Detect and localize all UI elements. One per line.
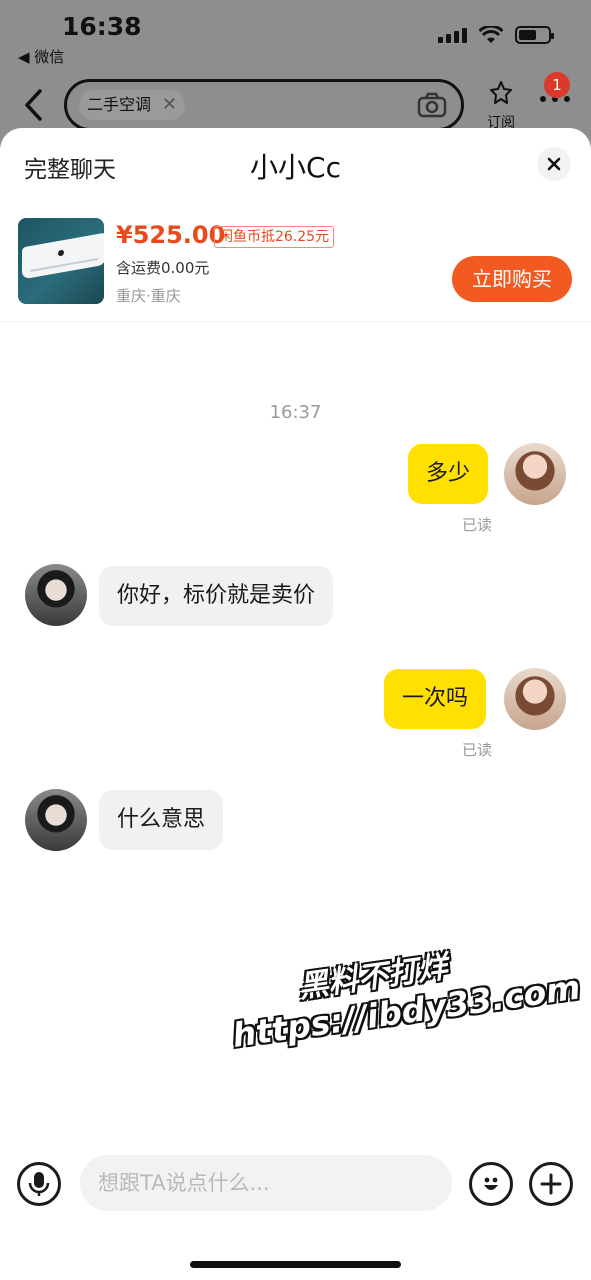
product-card[interactable]: ¥525.00 闲鱼币抵26.25元 含运费0.00元 重庆·重庆 立即购买 — [0, 208, 591, 322]
back-to-wechat[interactable]: ◀ 微信 — [18, 46, 64, 67]
emoji-button[interactable] — [469, 1162, 513, 1206]
message-bubble-sent[interactable]: 一次吗 — [384, 669, 487, 729]
subscribe-pin-icon — [490, 81, 512, 104]
voice-button[interactable] — [17, 1162, 61, 1206]
input-bar — [0, 1150, 591, 1216]
plus-icon — [540, 1173, 562, 1195]
status-time: 16:38 — [62, 12, 142, 41]
close-icon — [547, 157, 561, 171]
coin-discount-tag: 闲鱼币抵26.25元 — [214, 226, 335, 248]
background-app: 16:38 ◀ 微信 二手空调 ✕ 订阅 1 — [0, 0, 591, 140]
signal-icon — [438, 27, 467, 43]
my-avatar[interactable] — [504, 443, 566, 505]
back-arrow-icon[interactable] — [22, 88, 44, 122]
battery-icon — [515, 26, 554, 44]
message-bubble-received[interactable]: 你好，标价就是卖价 — [99, 566, 334, 626]
buy-now-button[interactable]: 立即购买 — [452, 256, 572, 302]
camera-icon[interactable] — [417, 92, 447, 118]
sheet-header: 完整聊天 小小Cc — [0, 128, 591, 198]
status-icons — [438, 26, 554, 44]
clear-chip-icon[interactable]: ✕ — [162, 90, 177, 120]
search-bar[interactable]: 二手空调 ✕ — [64, 79, 464, 131]
wifi-icon — [479, 26, 503, 43]
product-image[interactable] — [18, 218, 104, 304]
notification-badge: 1 — [544, 72, 570, 98]
emoji-icon — [484, 1177, 498, 1190]
close-button[interactable] — [537, 147, 571, 181]
message-timestamp: 16:37 — [269, 402, 322, 423]
read-receipt: 已读 — [462, 741, 493, 759]
chat-sheet: 完整聊天 小小Cc ¥525.00 闲鱼币抵26.25元 含运费0.00元 重庆… — [0, 128, 591, 1280]
message-input[interactable] — [80, 1155, 452, 1211]
product-location: 重庆·重庆 — [116, 287, 181, 305]
product-price: ¥525.00 — [116, 221, 226, 249]
my-avatar[interactable] — [504, 668, 566, 730]
message-bubble-sent[interactable]: 多少 — [408, 444, 489, 504]
chat-title: 小小Cc — [250, 151, 341, 184]
shipping-fee: 含运费0.00元 — [116, 259, 210, 277]
seller-avatar[interactable] — [25, 789, 87, 851]
search-query: 二手空调 — [87, 95, 152, 114]
more-functions-button[interactable] — [529, 1162, 573, 1206]
seller-avatar[interactable] — [25, 564, 87, 626]
search-chip[interactable]: 二手空调 ✕ — [79, 90, 186, 120]
read-receipt: 已读 — [462, 516, 493, 534]
message-bubble-received[interactable]: 什么意思 — [99, 790, 224, 850]
subscribe-button[interactable]: 订阅 — [484, 80, 518, 132]
microphone-icon — [28, 1172, 50, 1196]
home-indicator — [190, 1261, 401, 1268]
